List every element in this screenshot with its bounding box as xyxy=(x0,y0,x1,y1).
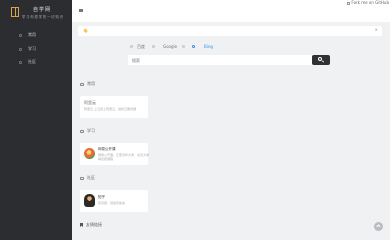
section-title-common: 常用 xyxy=(80,81,95,87)
site-card[interactable]: 网易公开课 网易公开课，汇聚清华大学、北京大学 等优质课程 xyxy=(80,143,149,165)
sidebar-item-common[interactable]: 常用 xyxy=(0,30,72,42)
sidebar-item-community[interactable]: 社区 xyxy=(0,57,72,69)
folder-icon xyxy=(80,82,84,86)
search-icon xyxy=(318,57,322,61)
card-title: 知乎 xyxy=(98,195,105,199)
book-icon xyxy=(11,7,19,17)
tab-google[interactable]: Google xyxy=(163,44,177,49)
section-title-text: 常用 xyxy=(87,81,95,86)
site-logo[interactable]: 自学网 学习你想学的一切知识 xyxy=(9,6,65,22)
users-icon xyxy=(19,61,22,64)
sidebar-item-label: 常用 xyxy=(28,32,36,37)
site-card[interactable]: 阿里云 阿里云-上云就上阿里云，提供云服务器 xyxy=(80,96,148,118)
site-title: 自学网 xyxy=(33,7,52,13)
notice-bar: 👋 × xyxy=(78,26,382,36)
radio-bing[interactable] xyxy=(192,45,195,48)
section-title-community: 社区 xyxy=(80,175,95,181)
sidebar-item-study[interactable]: 学习 xyxy=(0,44,72,56)
aliyun-logo-text: 阿里云 xyxy=(84,100,96,105)
fruit-logo xyxy=(84,148,95,159)
card-description: 阿里云-上云就上阿里云，提供云服务器 xyxy=(84,107,137,111)
radio-divider xyxy=(182,45,185,48)
close-icon[interactable]: × xyxy=(375,27,378,32)
search-button[interactable] xyxy=(312,55,330,65)
back-to-top-button[interactable] xyxy=(374,222,383,231)
aliyun-logo: 阿里云 xyxy=(84,100,96,106)
bookmark-icon xyxy=(80,223,83,227)
card-title: 网易公开课 xyxy=(98,147,116,151)
sidebar-item-label: 社区 xyxy=(28,59,36,64)
sidebar-item-label: 学习 xyxy=(28,46,36,51)
github-ribbon-link[interactable]: Fork me on GitHub xyxy=(347,0,389,5)
card-description: 有问题，就会有答案 xyxy=(98,201,126,205)
section-title-text: 学习 xyxy=(87,128,95,133)
section-title-study: 学习 xyxy=(80,128,95,134)
tab-bing[interactable]: Bing xyxy=(204,44,213,49)
section-title-text: 友情链接 xyxy=(86,222,102,227)
menu-icon[interactable] xyxy=(79,9,83,12)
search-input[interactable] xyxy=(128,55,312,65)
folder-icon xyxy=(80,129,84,133)
radio-google[interactable] xyxy=(152,45,155,48)
site-subtitle: 学习你想学的一切知识 xyxy=(22,15,64,19)
notice-text: 👋 xyxy=(83,28,88,33)
character-logo xyxy=(84,194,95,207)
card-description-line2: 等优质课程 xyxy=(98,157,114,161)
folder-icon xyxy=(80,176,84,180)
tab-baidu[interactable]: 百度 xyxy=(137,44,145,50)
section-title-friend-links: 友情链接 xyxy=(80,222,102,228)
site-card[interactable]: 知乎 有问题，就会有答案 xyxy=(80,190,148,212)
top-bar: Fork me on GitHub xyxy=(72,0,390,22)
sidebar: 自学网 学习你想学的一切知识 常用 学习 社区 xyxy=(0,0,72,240)
folder-icon xyxy=(19,34,22,37)
book-icon xyxy=(19,48,22,51)
radio-baidu[interactable] xyxy=(130,45,133,48)
section-title-text: 社区 xyxy=(87,175,95,180)
